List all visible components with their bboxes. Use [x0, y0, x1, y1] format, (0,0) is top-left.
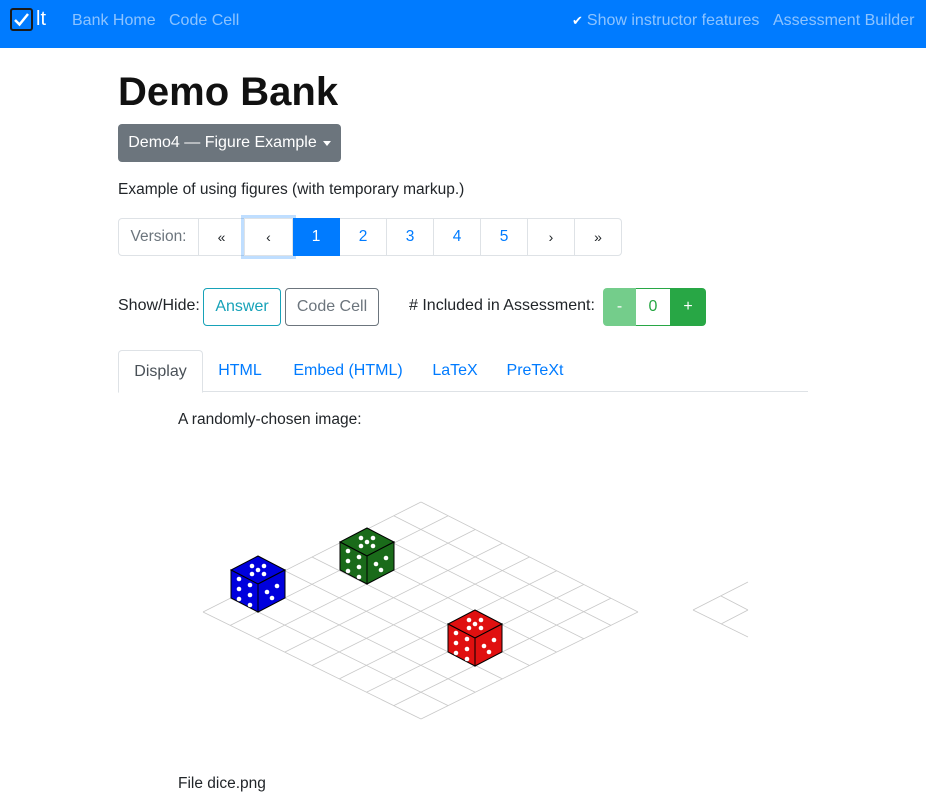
nav-link-code-cell[interactable]: Code Cell [169, 12, 239, 30]
included-count-stepper: - 0 + [603, 288, 706, 326]
die-pip [364, 539, 370, 545]
question-dropdown-button[interactable]: Demo4 — Figure Example [118, 124, 341, 162]
die-pip [370, 535, 376, 541]
caret-down-icon [322, 141, 331, 146]
output-tabs: Display HTML Embed (HTML) LaTeX PreTeXt [118, 350, 808, 393]
die-pip [345, 548, 351, 554]
included-in-assessment-label: # Included in Assessment: [409, 297, 595, 314]
nav-link-assessment-builder[interactable]: Assessment Builder [773, 12, 914, 30]
check-icon: ✔ [572, 13, 583, 28]
die-pip [247, 592, 253, 598]
answer-toggle-button[interactable]: Answer [203, 288, 281, 326]
die-pip [261, 563, 267, 569]
page-button-1[interactable]: 1 [292, 218, 340, 256]
die-pip [249, 563, 255, 569]
grid-line [230, 597, 449, 706]
version-pagination: Version: « ‹ 1 2 3 4 5 › » [118, 218, 622, 256]
dice-image [202, 501, 749, 720]
die-pip [453, 650, 459, 656]
grid-line [720, 609, 749, 625]
brand-logo[interactable]: lt [10, 8, 46, 31]
die-pip [345, 558, 351, 564]
die-pip [356, 574, 362, 580]
brand-text: lt [36, 8, 46, 30]
dice-figure [178, 440, 778, 760]
first-page-button[interactable]: « [198, 218, 245, 256]
tab-latex[interactable]: LaTeX [420, 350, 490, 392]
die-pip [236, 596, 242, 602]
dropdown-label: Demo4 — Figure Example [128, 134, 317, 151]
increment-button[interactable]: + [670, 288, 706, 326]
red-die [446, 609, 504, 667]
die-pip [453, 640, 459, 646]
next-page-button[interactable]: › [527, 218, 575, 256]
code-cell-toggle-button[interactable]: Code Cell [285, 288, 379, 326]
die-pip [247, 602, 253, 608]
figure-caption: File dice.png [178, 775, 266, 792]
die-pip [264, 589, 270, 595]
die-pip [464, 636, 470, 642]
die-pip [356, 554, 362, 560]
last-page-button[interactable]: » [574, 218, 622, 256]
version-label: Version: [118, 218, 199, 256]
show-instructor-label: Show instructor features [586, 12, 760, 29]
page-button-3[interactable]: 3 [386, 218, 434, 256]
die-pip [373, 561, 379, 567]
blue-die [229, 555, 287, 613]
die-pip [358, 535, 364, 541]
die-pip [466, 625, 472, 631]
nav-link-show-instructor-features[interactable]: ✔ Show instructor features [572, 12, 759, 30]
page-title: Demo Bank [118, 70, 339, 114]
decrement-button[interactable]: - [603, 288, 636, 326]
die-pip [356, 564, 362, 570]
isometric-grid-fragment [692, 581, 749, 638]
die-pip [472, 621, 478, 627]
die-pip [464, 646, 470, 652]
die-pip [358, 543, 364, 549]
checkmark-icon [10, 8, 33, 31]
tab-pretext[interactable]: PreTeXt [492, 350, 578, 392]
die-pip [274, 583, 280, 589]
die-pip [481, 643, 487, 649]
isometric-grid [202, 501, 639, 720]
die-pip [249, 571, 255, 577]
prev-page-button[interactable]: ‹ [244, 218, 293, 256]
die-pip [247, 582, 253, 588]
navbar: lt Bank Home Code Cell ✔ Show instructor … [0, 0, 926, 48]
grid-line [202, 611, 422, 720]
content-intro-text: A randomly-chosen image: [178, 411, 362, 428]
green-die [338, 527, 396, 585]
die-pip [466, 617, 472, 623]
die-pip [486, 649, 492, 655]
show-hide-label: Show/Hide: [118, 297, 200, 314]
die-pip [478, 625, 484, 631]
page-button-5[interactable]: 5 [480, 218, 528, 256]
die-pip [269, 595, 275, 601]
die-pip [255, 567, 261, 573]
question-description: Example of using figures (with temporary… [118, 181, 465, 198]
die-pip [261, 571, 267, 577]
die-pip [453, 630, 459, 636]
tab-embed-html[interactable]: Embed (HTML) [278, 350, 418, 392]
tab-html[interactable]: HTML [204, 350, 276, 392]
grid-line [720, 595, 749, 611]
die-pip [236, 576, 242, 582]
die-pip [491, 637, 497, 643]
page-button-2[interactable]: 2 [339, 218, 387, 256]
die-pip [370, 543, 376, 549]
tab-display[interactable]: Display [118, 350, 203, 393]
page-button-4[interactable]: 4 [433, 218, 481, 256]
die-pip [378, 567, 384, 573]
die-pip [478, 617, 484, 623]
die-pip [236, 586, 242, 592]
included-count-value: 0 [636, 288, 670, 326]
die-pip [345, 568, 351, 574]
nav-link-bank-home[interactable]: Bank Home [72, 12, 156, 30]
die-pip [383, 555, 389, 561]
die-pip [464, 656, 470, 662]
